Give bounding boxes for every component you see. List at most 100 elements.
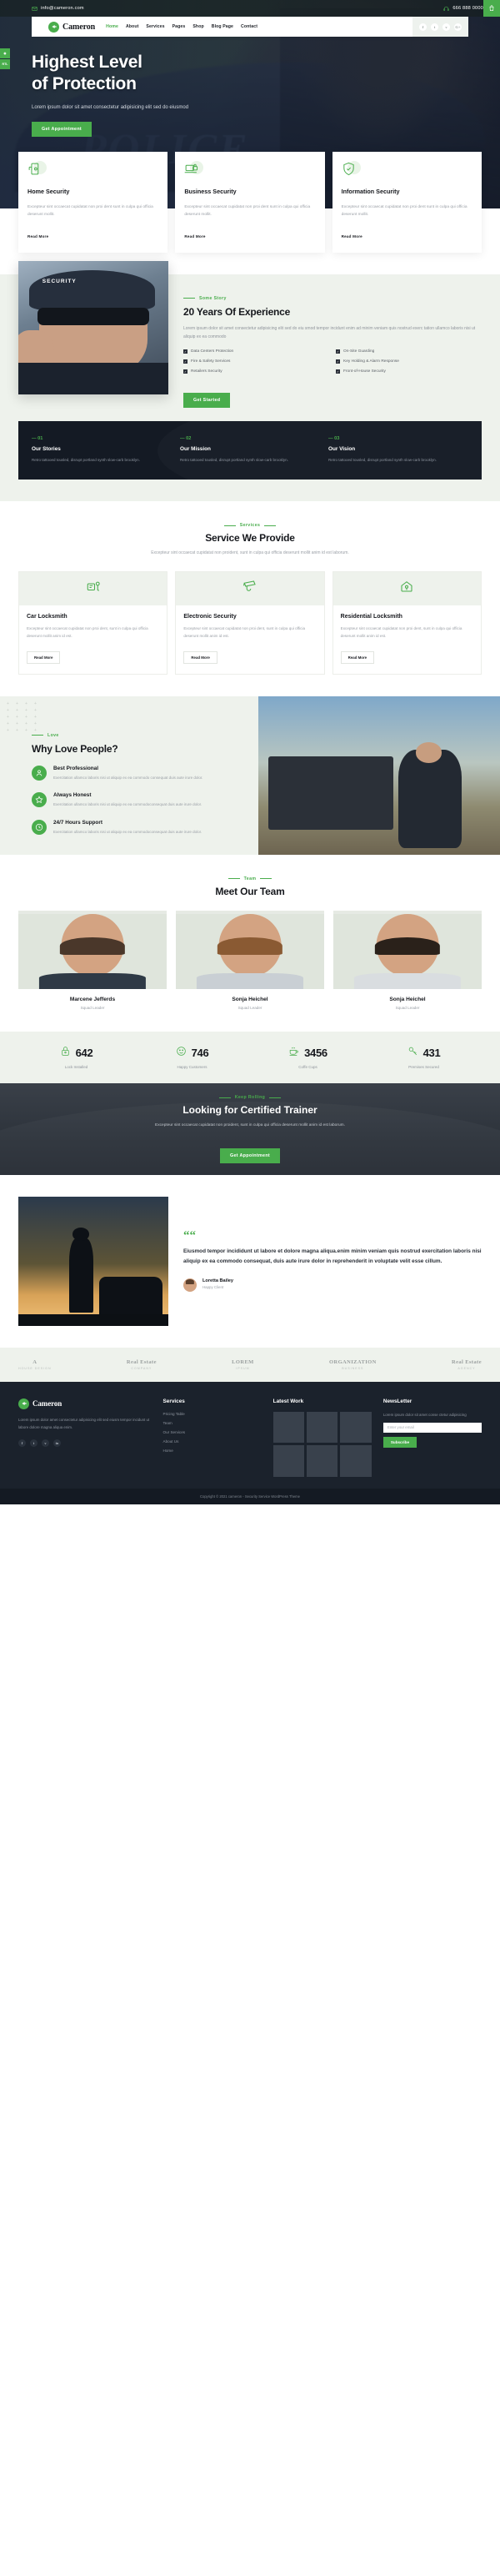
footer-work-title: Latest Work xyxy=(272,1398,304,1404)
rtl-toggle-button[interactable]: RTL xyxy=(0,59,10,69)
why-item-text: Exercitation ullamco laboris nisi ut ali… xyxy=(53,775,203,780)
team-member-name: Sonja Heichel xyxy=(389,996,426,1002)
color-switcher-button[interactable]: ◉ xyxy=(0,48,10,58)
floating-badges: ◉ RTL xyxy=(0,48,10,70)
check-icon: ✓ xyxy=(183,369,188,374)
testimonial-text: Eiusmod tempor incididunt ut labore et d… xyxy=(183,1248,482,1264)
footer-newsletter-column: NewsLetter Lorem ipsum dolor sit amet co… xyxy=(382,1398,482,1477)
team-member-role: Squad Leader xyxy=(80,1005,105,1010)
checklist-item: ✓ Key Holding & Alarm Response xyxy=(336,359,482,364)
service-read-more-button[interactable]: Read More xyxy=(340,650,375,664)
headset-icon xyxy=(443,6,450,12)
checklist-item: ✓ Fire & Safety Services xyxy=(183,359,329,364)
googleplus-icon[interactable]: G+ xyxy=(454,23,462,31)
nav-item-services[interactable]: Services xyxy=(146,24,164,29)
vimeo-icon[interactable]: v xyxy=(42,1439,49,1448)
team-member-card[interactable]: Marcene Jefferds Squad Leader xyxy=(18,910,167,1010)
footer-gallery xyxy=(272,1411,372,1477)
service-card-residential-locksmith[interactable]: Residential Locksmith Excepteur sint occ… xyxy=(332,570,482,675)
facebook-icon[interactable]: f xyxy=(419,23,427,31)
counter-value: 746 xyxy=(191,1047,209,1060)
gallery-thumb[interactable] xyxy=(307,1445,338,1477)
feature-read-more-link[interactable]: Read More xyxy=(342,234,362,239)
service-read-more-button[interactable]: Read More xyxy=(27,650,61,664)
checklist-label: Data Centers Protection xyxy=(191,349,234,354)
hero-title-line2: of Protection xyxy=(32,74,137,94)
hero-title-line1: Highest Level xyxy=(32,53,142,72)
team-member-card[interactable]: Sonja Heichel Squad Leader xyxy=(333,910,482,1010)
feature-read-more-link[interactable]: Read More xyxy=(184,234,205,239)
top-bar-email[interactable]: info@cameron.com xyxy=(32,6,84,12)
feature-card-information-security[interactable]: Information Security Excepteur sint occa… xyxy=(332,152,482,253)
services-section: Services Service We Provide Excepteur si… xyxy=(0,501,500,675)
brand-logo-item[interactable]: LOREM IPSUM xyxy=(232,1359,254,1370)
footer-brand[interactable]: Cameron xyxy=(18,1398,152,1409)
brand-logo-item[interactable]: A HOUSE DESIGN xyxy=(18,1359,52,1370)
checklist-label: Front-of-House Security xyxy=(343,369,386,374)
quote-mark-icon: ““ xyxy=(183,1229,196,1243)
eyebrow-bar-icon xyxy=(260,878,272,880)
twitter-icon[interactable]: t xyxy=(431,23,438,31)
why-item-title: 24/7 Hours Support xyxy=(53,820,102,826)
footer-latest-work-column: Latest Work xyxy=(272,1398,372,1477)
logo-mark-icon xyxy=(48,21,59,33)
clock-icon xyxy=(32,820,47,836)
nav-item-blog-page[interactable]: Blog Page xyxy=(212,24,233,29)
testimonial-content: ““ Eiusmod tempor incididunt ut labore e… xyxy=(183,1229,482,1292)
footer-link-team[interactable]: Team xyxy=(163,1421,262,1425)
footer-link-about-us[interactable]: About Us xyxy=(163,1439,262,1444)
key-icon xyxy=(408,1046,418,1061)
checklist-label: On-Site Guarding xyxy=(343,349,375,354)
footer-newsletter-title: NewsLetter xyxy=(382,1398,412,1404)
gallery-thumb[interactable] xyxy=(340,1411,372,1444)
facebook-icon[interactable]: f xyxy=(18,1439,26,1448)
logo-mark-icon xyxy=(18,1398,29,1409)
service-card-car-locksmith[interactable]: Car Locksmith Excepteur sint occaecat cu… xyxy=(18,570,168,675)
twitter-icon[interactable]: t xyxy=(30,1439,38,1448)
nav-item-shop[interactable]: Shop xyxy=(192,24,203,29)
brand-logo-item[interactable]: ORGANIZATION BUSINESS xyxy=(329,1359,377,1370)
brand-logo[interactable]: Cameron xyxy=(32,21,95,33)
linkedin-icon[interactable]: in xyxy=(53,1439,61,1448)
hero-cta-button[interactable]: Get Appointment xyxy=(32,122,92,138)
experience-text: Lorem ipsum dolor sit amet consectetur a… xyxy=(183,325,476,340)
cta-appointment-button[interactable]: Get Appointment xyxy=(219,1147,281,1163)
nav-item-home[interactable]: Home xyxy=(106,24,118,29)
counter-label: Premises Secured xyxy=(408,1064,439,1069)
nav-item-contact[interactable]: Contact xyxy=(241,24,258,29)
service-card-electronic-security[interactable]: Electronic Security Excepteur sint occae… xyxy=(175,570,325,675)
service-text: Excepteur sint occaecat cupidatat non pr… xyxy=(27,625,148,638)
checklist-label: Key Holding & Alarm Response xyxy=(343,359,399,364)
gallery-thumb[interactable] xyxy=(272,1445,305,1477)
brand-logo-item[interactable]: Real Estate COMPANY xyxy=(127,1359,157,1370)
footer-link-home[interactable]: Home xyxy=(163,1449,262,1453)
brand-logo-item[interactable]: Real Estate AGENCY xyxy=(452,1359,482,1370)
feature-card-home-security[interactable]: Home Security Excepteur sint occaecat cu… xyxy=(18,152,168,253)
nav-item-pages[interactable]: Pages xyxy=(172,24,186,29)
checklist-label: Retailers Security xyxy=(191,369,222,374)
vimeo-icon[interactable]: v xyxy=(442,23,450,31)
counter-lock-installed: 642 Lock Installed xyxy=(18,1046,134,1069)
footer-link-pricing-table[interactable]: Pricing Table xyxy=(163,1412,262,1416)
newsletter-email-input[interactable]: Enter your email xyxy=(382,1422,482,1433)
experience-cta-button[interactable]: Get Started xyxy=(183,393,231,409)
newsletter-subscribe-button[interactable]: Subscribe xyxy=(382,1436,418,1448)
top-bar-phone[interactable]: 666 888 0000 xyxy=(443,6,483,12)
experience-content: Some Story 20 Years Of Experience Lorem … xyxy=(183,293,482,409)
gallery-thumb[interactable] xyxy=(307,1411,338,1444)
dot-pattern-icon: + + + + + + + + + + + + + + + + + + + + xyxy=(7,700,37,733)
why-eyebrow-text: Love xyxy=(48,732,59,738)
footer-link-our-services[interactable]: Our Services xyxy=(163,1430,262,1434)
team-member-card[interactable]: Sonja Heichel Squad Leader xyxy=(176,910,324,1010)
team-member-photo xyxy=(176,910,324,989)
cart-button[interactable] xyxy=(483,0,500,17)
feature-card-text: Excepteur sint occaecat cupidatat non pr… xyxy=(341,204,468,218)
feature-card-title: Home Security xyxy=(28,188,70,195)
nav-item-about[interactable]: About xyxy=(126,24,138,29)
feature-read-more-link[interactable]: Read More xyxy=(28,234,48,239)
why-item-support: 24/7 Hours Support Exercitation ullamco … xyxy=(32,820,243,836)
feature-card-business-security[interactable]: Business Security Excepteur sint occaeca… xyxy=(175,152,325,253)
gallery-thumb[interactable] xyxy=(272,1411,305,1444)
service-read-more-button[interactable]: Read More xyxy=(183,650,218,664)
gallery-thumb[interactable] xyxy=(340,1445,372,1477)
